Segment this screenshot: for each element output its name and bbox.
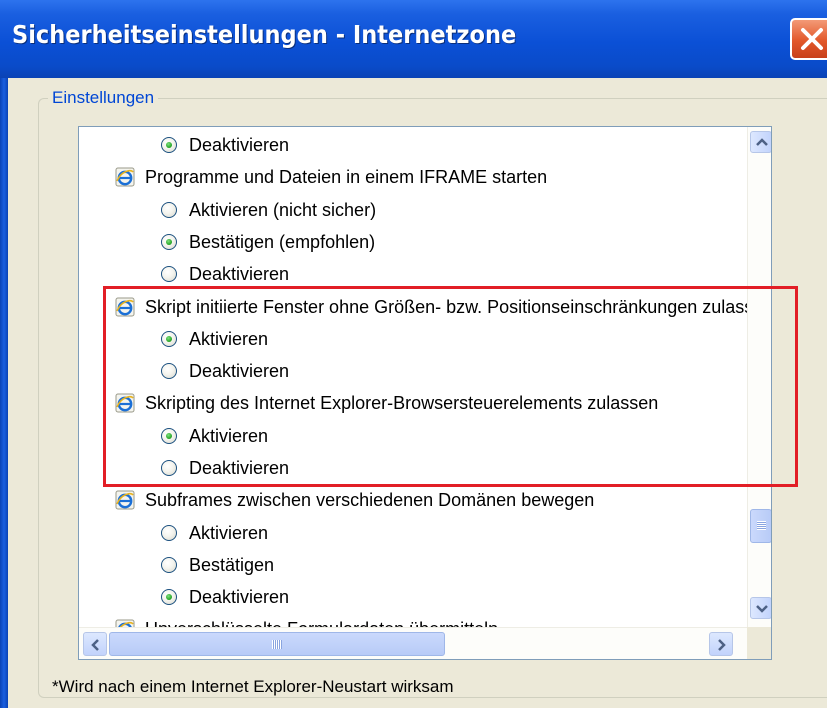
setting-label: Aktivieren <box>189 425 269 446</box>
setting-heading[interactable]: Programme und Dateien in einem IFRAME st… <box>115 162 547 192</box>
setting-label: Bestätigen <box>189 554 275 575</box>
setting-label: Skript initiierte Fenster ohne Größen- b… <box>145 296 772 317</box>
settings-list[interactable]: Deaktivieren Programme und Dateien in ein… <box>78 126 772 660</box>
radio-checked[interactable] <box>161 234 177 250</box>
close-button[interactable] <box>790 18 827 60</box>
setting-heading[interactable]: Skript initiierte Fenster ohne Größen- b… <box>115 292 772 322</box>
radio-unchecked[interactable] <box>161 557 177 573</box>
setting-option[interactable]: Deaktivieren <box>161 356 289 386</box>
setting-label: Deaktivieren <box>189 263 290 284</box>
horizontal-scrollbar[interactable] <box>79 627 747 659</box>
setting-label: Deaktivieren <box>189 360 290 381</box>
setting-label: Skripting des Internet Explorer-Browsers… <box>145 392 659 413</box>
window-frame <box>0 78 8 708</box>
radio-unchecked[interactable] <box>161 363 177 379</box>
scroll-down-button[interactable] <box>750 597 771 619</box>
setting-label: Deaktivieren <box>189 457 290 478</box>
setting-label: Aktivieren <box>189 328 269 349</box>
title-bar: Sicherheitseinstellungen - Internetzone <box>0 0 827 78</box>
radio-checked[interactable] <box>161 331 177 347</box>
setting-option[interactable]: Deaktivieren <box>161 130 289 160</box>
setting-option[interactable]: Deaktivieren <box>161 259 289 289</box>
radio-unchecked[interactable] <box>161 266 177 282</box>
radio-unchecked[interactable] <box>161 460 177 476</box>
setting-option[interactable]: Aktivieren <box>161 518 268 548</box>
chevron-up-icon <box>756 138 768 146</box>
chevron-down-icon <box>756 605 768 613</box>
radio-checked[interactable] <box>161 137 177 153</box>
setting-label: Aktivieren (nicht sicher) <box>189 199 377 220</box>
setting-label: Programme und Dateien in einem IFRAME st… <box>145 166 548 187</box>
chevron-left-icon <box>91 639 99 651</box>
setting-label: Subframes zwischen verschiedenen Domänen… <box>145 489 595 510</box>
chevron-right-icon <box>718 639 726 651</box>
setting-option[interactable]: Deaktivieren <box>161 453 289 483</box>
radio-checked[interactable] <box>161 589 177 605</box>
radio-unchecked[interactable] <box>161 202 177 218</box>
setting-option[interactable]: Deaktivieren <box>161 582 289 612</box>
scroll-left-button[interactable] <box>83 632 107 656</box>
setting-option[interactable]: Aktivieren (nicht sicher) <box>161 195 376 225</box>
ie-icon <box>115 297 135 317</box>
setting-heading[interactable]: Skripting des Internet Explorer-Browsers… <box>115 388 658 418</box>
scroll-right-button[interactable] <box>709 632 733 656</box>
ie-icon <box>115 167 135 187</box>
setting-option[interactable]: Aktivieren <box>161 324 268 354</box>
close-icon <box>801 28 823 50</box>
radio-checked[interactable] <box>161 428 177 444</box>
setting-label: Deaktivieren <box>189 586 290 607</box>
setting-heading[interactable]: Subframes zwischen verschiedenen Domänen… <box>115 485 594 515</box>
ie-icon <box>115 393 135 413</box>
restart-footnote: *Wird nach einem Internet Explorer-Neust… <box>52 677 454 696</box>
groupbox-label: Einstellungen <box>48 88 159 108</box>
horizontal-scroll-thumb[interactable] <box>109 632 445 656</box>
setting-option[interactable]: Aktivieren <box>161 421 268 451</box>
window-title: Sicherheitseinstellungen - Internetzone <box>12 20 517 49</box>
setting-label: Aktivieren <box>189 522 269 543</box>
ie-icon <box>115 490 135 510</box>
scroll-up-button[interactable] <box>750 131 771 153</box>
radio-unchecked[interactable] <box>161 525 177 541</box>
setting-option[interactable]: Bestätigen <box>161 550 274 580</box>
scrollbar-corner <box>747 627 771 659</box>
setting-label: Deaktivieren <box>189 134 290 155</box>
vertical-scroll-thumb[interactable] <box>750 509 771 543</box>
setting-label: Bestätigen (empfohlen) <box>189 231 376 252</box>
setting-option[interactable]: Bestätigen (empfohlen) <box>161 227 375 257</box>
vertical-scrollbar[interactable] <box>747 127 771 627</box>
